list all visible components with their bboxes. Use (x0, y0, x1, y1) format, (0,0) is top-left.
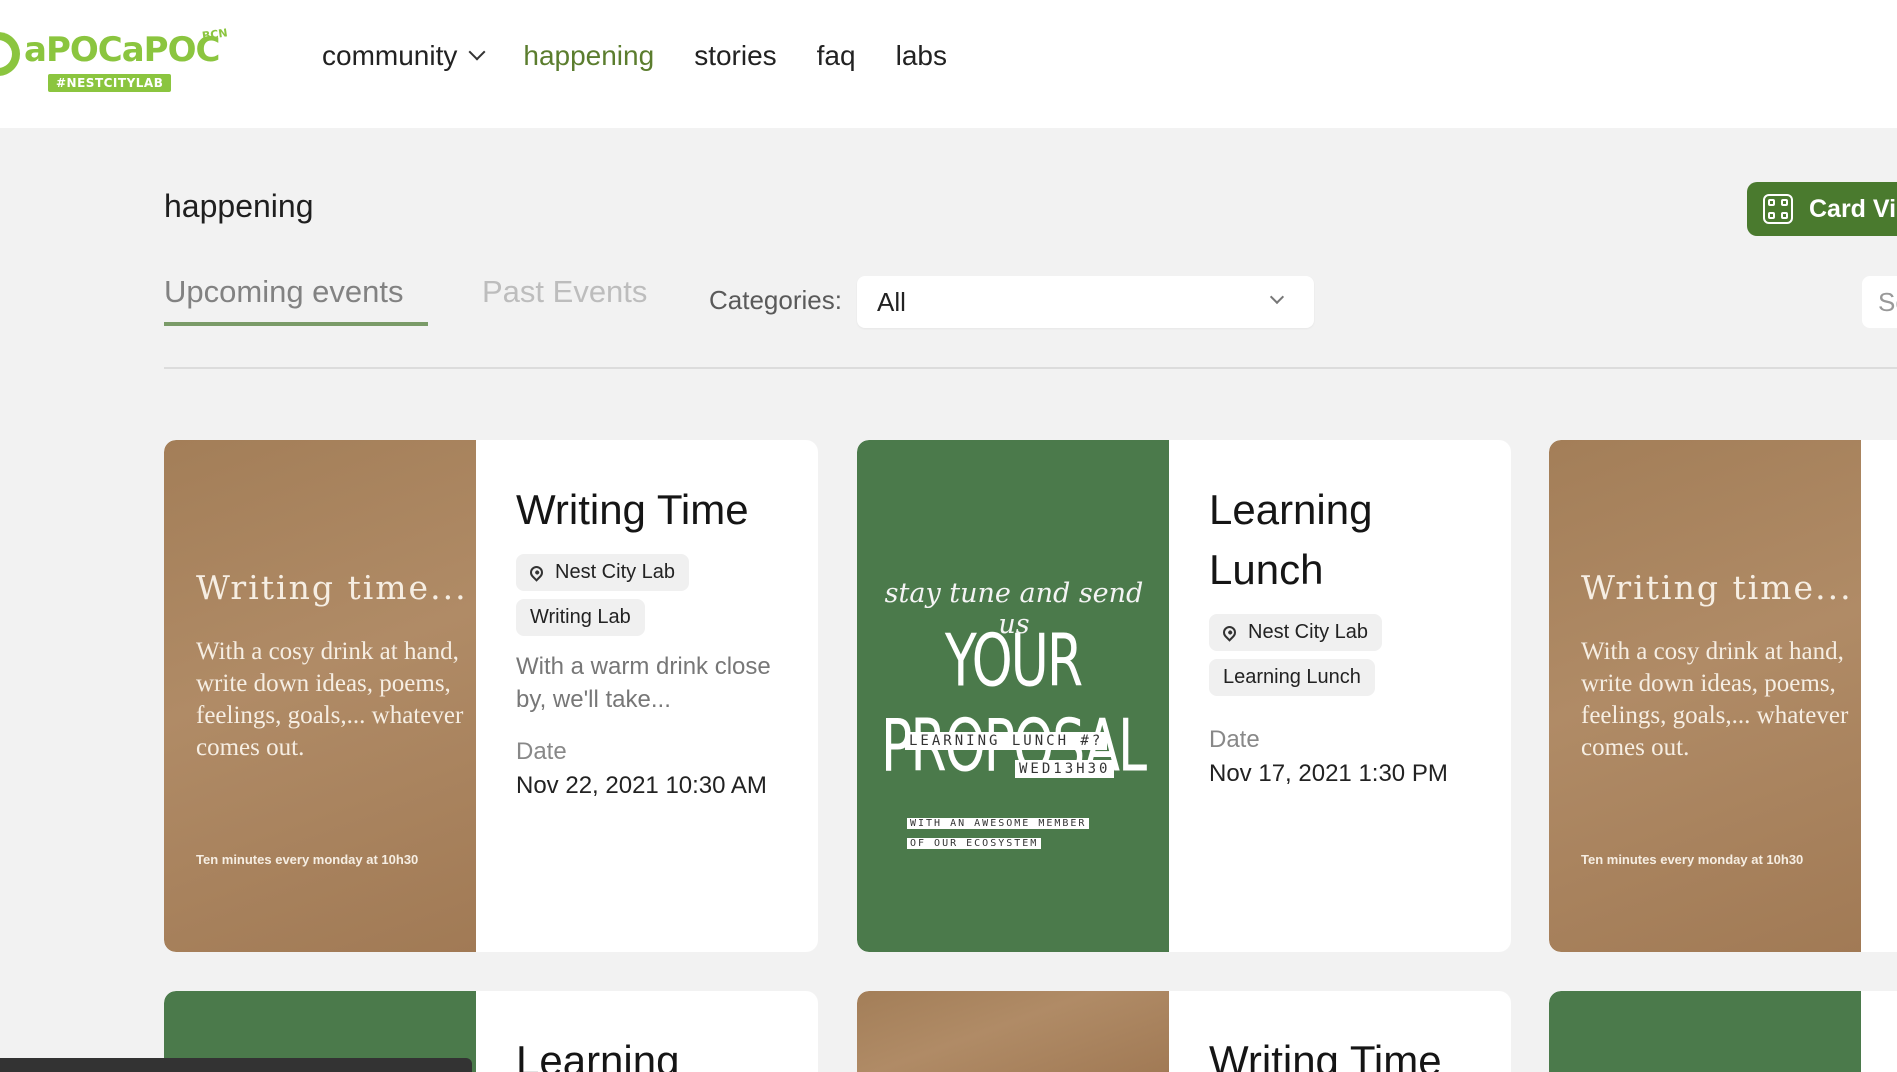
section-divider (164, 367, 1897, 369)
location-label: Nest City Lab (1248, 621, 1369, 643)
categories-label: Categories: (709, 285, 842, 315)
poster-tag: OF OUR ECOSYSTEM (907, 838, 1042, 849)
event-card[interactable] (1549, 991, 1897, 1072)
event-card-body: Learning (516, 1031, 796, 1072)
nav-item-labs[interactable]: labs (896, 40, 947, 72)
location-pin-icon (527, 563, 546, 582)
event-card[interactable]: Writing Time (857, 991, 1511, 1072)
event-card-body: Writing Time (1209, 1031, 1489, 1072)
event-poster-image (1549, 991, 1861, 1072)
event-poster-image: stay tune and send us YOUR PROPOSAL LEAR… (857, 440, 1169, 952)
event-poster-image: Writing time... With a cosy drink at han… (164, 440, 476, 952)
logo-mark-icon (0, 32, 20, 76)
poster-tag: WITH AN AWESOME MEMBER (907, 818, 1090, 829)
poster-body: With a cosy drink at hand, write down id… (1581, 638, 1849, 761)
active-tab-indicator (164, 322, 428, 326)
nav-item-stories[interactable]: stories (694, 40, 776, 72)
nav-item-faq[interactable]: faq (817, 40, 856, 72)
nav-item-label: community (322, 40, 458, 71)
categories-select[interactable]: All (857, 276, 1314, 328)
location-badge: Nest City Lab (1209, 614, 1383, 651)
event-card-body: Writing Time Nest City Lab Writing Lab W… (516, 480, 796, 800)
event-title[interactable]: Learning Lunch (1209, 480, 1489, 600)
poster-tag: WED13H30 (1015, 760, 1115, 778)
event-card[interactable]: stay tune and send us YOUR PROPOSAL LEAR… (857, 440, 1511, 952)
event-description: With a warm drink close by, we'll take..… (516, 653, 771, 713)
card-view-button[interactable]: Card Vie (1747, 182, 1897, 236)
nav-item-community[interactable]: community (322, 40, 486, 72)
date-label: Date (1209, 726, 1260, 753)
category-badge: Learning Lunch (1209, 659, 1375, 696)
event-card[interactable]: Writing time... With a cosy drink at han… (1549, 440, 1897, 952)
date-label: Date (516, 738, 567, 765)
event-poster-image (857, 991, 1169, 1072)
event-date: Nov 17, 2021 1:30 PM (1209, 760, 1448, 787)
top-header: aPOCaPOC BCN #NESTCITYLAB community happ… (0, 0, 1897, 128)
event-title[interactable]: Learning (516, 1031, 796, 1072)
search-input[interactable]: Se (1862, 276, 1897, 328)
page-title: happening (164, 188, 314, 224)
location-label: Nest City Lab (555, 561, 676, 583)
poster-heading: Writing time... (196, 568, 468, 607)
tab-upcoming-events[interactable]: Upcoming events (164, 274, 404, 310)
location-pin-icon (1220, 623, 1239, 642)
nav-item-happening[interactable]: happening (523, 40, 654, 72)
event-title[interactable]: Writing Time (516, 480, 796, 540)
link-status-bar (0, 1058, 472, 1072)
event-card[interactable]: Writing time... With a cosy drink at han… (164, 440, 818, 952)
event-title[interactable]: Writing Time (1209, 1031, 1489, 1072)
tab-past-events[interactable]: Past Events (482, 274, 647, 310)
poster-footer: Ten minutes every monday at 10h30 (1581, 852, 1804, 867)
event-date: Nov 22, 2021 10:30 AM (516, 772, 767, 799)
grid-view-icon (1763, 194, 1793, 224)
event-card-body: Learning Lunch Nest City Lab Learning Lu… (1209, 480, 1489, 788)
site-logo[interactable]: aPOCaPOC BCN #NESTCITYLAB (0, 26, 250, 102)
poster-footer: Ten minutes every monday at 10h30 (196, 852, 419, 867)
card-view-label: Card Vie (1809, 194, 1897, 223)
event-poster-image: Writing time... With a cosy drink at han… (1549, 440, 1861, 952)
location-badge: Nest City Lab (516, 554, 690, 591)
poster-heading: Writing time... (1581, 568, 1853, 607)
chevron-down-icon (1269, 289, 1285, 305)
poster-tag: LEARNING LUNCH #? (905, 732, 1108, 750)
category-badge: Writing Lab (516, 599, 645, 636)
logo-badge: #NESTCITYLAB (48, 74, 172, 92)
logo-text: aPOCaPOC (24, 30, 220, 70)
chevron-down-icon (468, 43, 486, 61)
main-nav: community happening stories faq labs (322, 40, 987, 72)
categories-value: All (877, 286, 906, 317)
poster-body: With a cosy drink at hand, write down id… (196, 638, 464, 761)
logo-superscript: BCN (201, 26, 229, 43)
